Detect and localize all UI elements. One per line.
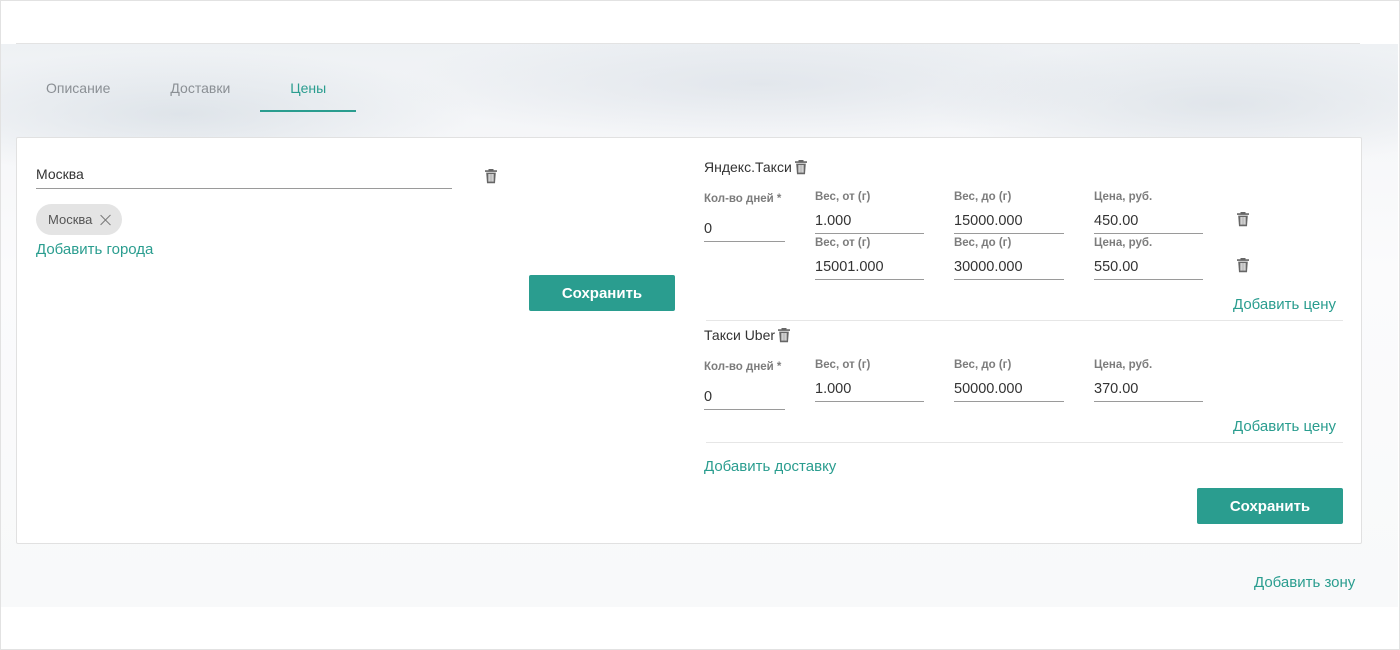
weight-to-input[interactable]: [954, 254, 1064, 280]
delete-delivery-trash-icon[interactable]: [794, 159, 808, 175]
weight-to-input[interactable]: [954, 208, 1064, 234]
delivery-divider: [706, 320, 1343, 321]
delivery-divider: [706, 442, 1343, 443]
tab-description[interactable]: Описание: [16, 64, 140, 112]
weight-to-label: Вес, до (г): [954, 191, 1012, 203]
add-price-link[interactable]: Добавить цену: [1233, 418, 1336, 435]
city-chip: Москва: [36, 204, 123, 235]
price-label: Цена, руб.: [1094, 191, 1153, 203]
save-zone-button[interactable]: Сохранить: [529, 275, 675, 311]
add-zone-link[interactable]: Добавить зону: [1254, 574, 1355, 591]
header-divider: [16, 43, 1360, 44]
delivery-title: Яндекс.Такси: [704, 159, 808, 175]
price-label: Цена, руб.: [1094, 359, 1153, 371]
add-delivery-link[interactable]: Добавить доставку: [704, 458, 836, 475]
delete-delivery-trash-icon[interactable]: [777, 327, 791, 343]
days-label: Кол-во дней *: [704, 193, 782, 205]
delivery-name: Яндекс.Такси: [704, 159, 792, 175]
tab-prices[interactable]: Цены: [260, 64, 357, 112]
price-input[interactable]: [1094, 254, 1203, 280]
price-input[interactable]: [1094, 376, 1203, 402]
weight-from-label: Вес, от (г): [815, 191, 871, 203]
weight-from-input[interactable]: [815, 376, 924, 402]
delivery-name: Такси Uber: [704, 327, 776, 343]
days-label: Кол-во дней *: [704, 361, 782, 373]
zone-card: Москва Добавить города Сохранить Яндекс.…: [16, 137, 1362, 544]
days-input[interactable]: [704, 384, 785, 410]
tab-bar: Описание Доставки Цены: [16, 64, 357, 112]
add-price-link[interactable]: Добавить цену: [1233, 296, 1336, 313]
weight-from-input[interactable]: [815, 254, 924, 280]
price-input[interactable]: [1094, 208, 1203, 234]
tab-deliveries[interactable]: Доставки: [140, 64, 260, 112]
zone-name-input[interactable]: [36, 159, 452, 189]
price-label: Цена, руб.: [1094, 237, 1153, 249]
weight-from-input[interactable]: [815, 208, 924, 234]
add-cities-link[interactable]: Добавить города: [36, 241, 153, 258]
city-chip-label: Москва: [48, 212, 93, 227]
delete-price-trash-icon[interactable]: [1236, 257, 1250, 273]
weight-to-input[interactable]: [954, 376, 1064, 402]
weight-to-label: Вес, до (г): [954, 237, 1012, 249]
save-deliveries-button[interactable]: Сохранить: [1197, 488, 1343, 524]
delivery-title: Такси Uber: [704, 327, 791, 343]
weight-to-label: Вес, до (г): [954, 359, 1012, 371]
remove-city-close-icon[interactable]: [100, 214, 112, 226]
days-input[interactable]: [704, 216, 785, 242]
delete-zone-trash-icon[interactable]: [484, 168, 498, 184]
weight-from-label: Вес, от (г): [815, 237, 871, 249]
weight-from-label: Вес, от (г): [815, 359, 871, 371]
delete-price-trash-icon[interactable]: [1236, 211, 1250, 227]
